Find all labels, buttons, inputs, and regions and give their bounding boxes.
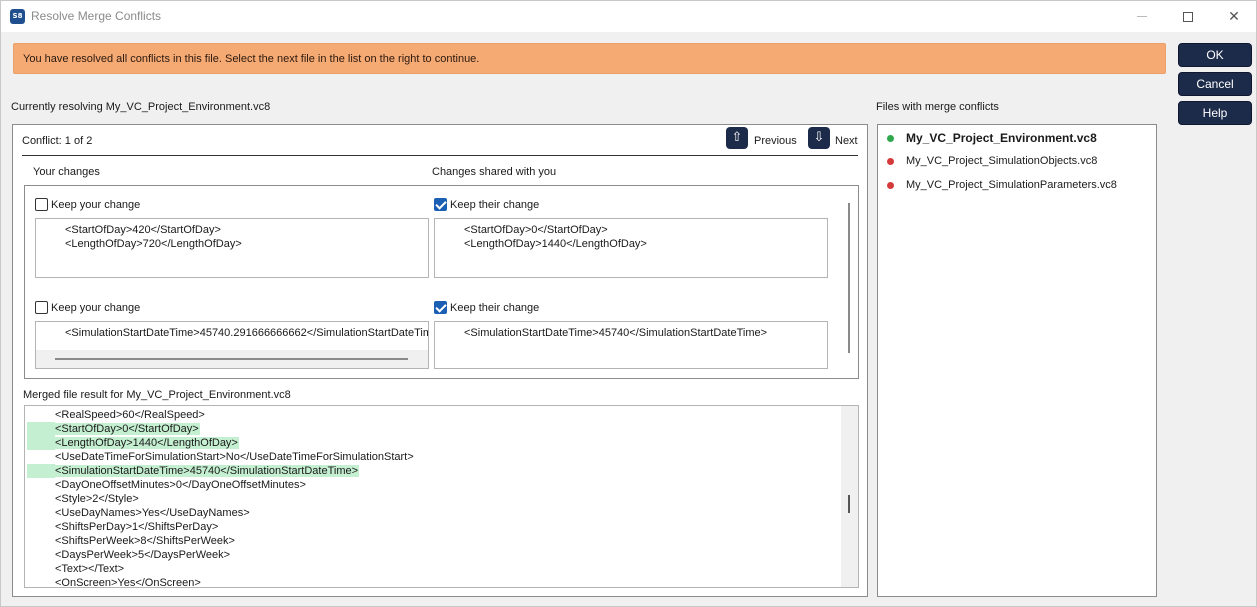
horizontal-scrollbar[interactable] [36, 350, 428, 368]
window-title: Resolve Merge Conflicts [31, 9, 162, 23]
maximize-button[interactable] [1165, 1, 1211, 32]
keep-their-change-label: Keep their change [450, 301, 540, 314]
merged-line-text: <UseDateTimeForSimulationStart>No</UseDa… [55, 451, 414, 463]
merged-line: <StartOfDay>0</StartOfDay> [27, 422, 842, 436]
ok-button[interactable]: OK [1178, 43, 1252, 67]
checkbox-checked[interactable] [434, 301, 447, 314]
merged-result-editor[interactable]: <RealSpeed>60</RealSpeed> <StartOfDay>0</… [24, 405, 859, 588]
their-change-code-2: <SimulationStartDateTime>45740</Simulati… [434, 321, 828, 369]
merged-line: <UseDayNames>Yes</UseDayNames> [27, 506, 842, 520]
keep-your-change-label: Keep your change [51, 301, 141, 314]
merged-line-text: <SimulationStartDateTime>45740</Simulati… [55, 465, 360, 477]
conflict-vertical-scrollbar[interactable] [848, 203, 850, 353]
conflict-status-icon [887, 181, 894, 189]
merged-line-text: <RealSpeed>60</RealSpeed> [55, 409, 205, 421]
merged-line: <RealSpeed>60</RealSpeed> [27, 408, 842, 422]
keep-your-change-label: Keep your change [51, 198, 141, 211]
title-bar: S8 Resolve Merge Conflicts ✕ [1, 1, 1256, 32]
close-icon: ✕ [1228, 8, 1240, 24]
merged-line: <DayOneOffsetMinutes>0</DayOneOffsetMinu… [27, 478, 842, 492]
file-name: My_VC_Project_SimulationParameters.vc8 [906, 179, 1117, 191]
resolved-status-icon [887, 134, 894, 142]
conflict-counter: Conflict: 1 of 2 [22, 135, 93, 147]
file-list-item[interactable]: My_VC_Project_SimulationObjects.vc8 [887, 155, 1097, 167]
previous-conflict-button[interactable]: ⇧ [726, 127, 748, 149]
keep-their-change-checkbox-1[interactable]: Keep their change [434, 198, 539, 211]
keep-their-change-checkbox-2[interactable]: Keep their change [434, 301, 539, 314]
conflict-status-icon [887, 157, 894, 165]
code-line: <LengthOfDay>720</LengthOfDay> [65, 238, 242, 250]
merged-line-text: <ShiftsPerDay>1</ShiftsPerDay> [55, 521, 219, 533]
keep-your-change-checkbox-2[interactable]: Keep your change [35, 301, 140, 314]
files-with-conflicts-label: Files with merge conflicts [876, 101, 999, 113]
file-name: My_VC_Project_SimulationObjects.vc8 [906, 155, 1098, 167]
next-label[interactable]: Next [835, 135, 858, 147]
scrollbar-thumb[interactable] [848, 495, 850, 513]
merged-line-text: <Text></Text> [55, 563, 125, 575]
checkbox-unchecked[interactable] [35, 198, 48, 211]
help-button[interactable]: Help [1178, 101, 1252, 125]
merged-line: <LengthOfDay>1440</LengthOfDay> [27, 436, 842, 450]
merged-line-text: <ShiftsPerWeek>8</ShiftsPerWeek> [55, 535, 235, 547]
file-name: My_VC_Project_Environment.vc8 [906, 131, 1097, 145]
arrow-down-icon: ⇩ [813, 130, 825, 145]
code-line: <StartOfDay>0</StartOfDay> [464, 224, 608, 236]
arrow-up-icon: ⇧ [731, 130, 743, 145]
next-conflict-button[interactable]: ⇩ [808, 127, 830, 149]
your-changes-header: Your changes [33, 166, 100, 178]
previous-label[interactable]: Previous [754, 135, 797, 147]
merged-line-text: <UseDayNames>Yes</UseDayNames> [55, 507, 250, 519]
maximize-icon [1183, 11, 1193, 22]
your-change-code-1: <StartOfDay>420</StartOfDay> <LengthOfDa… [35, 218, 429, 278]
resolve-merge-conflicts-window: S8 Resolve Merge Conflicts ✕ You have re… [0, 0, 1257, 607]
merged-line: <ShiftsPerWeek>8</ShiftsPerWeek> [27, 534, 842, 548]
merged-vertical-scrollbar[interactable] [841, 406, 858, 587]
app-logo-icon: S8 [10, 9, 25, 24]
code-line: <LengthOfDay>1440</LengthOfDay> [464, 238, 647, 250]
checkbox-unchecked[interactable] [35, 301, 48, 314]
code-line: <SimulationStartDateTime>45740</Simulati… [464, 327, 768, 339]
merged-line: <ShiftsPerDay>1</ShiftsPerDay> [27, 520, 842, 534]
currently-resolving-label: Currently resolving My_VC_Project_Enviro… [11, 101, 271, 113]
code-line: <SimulationStartDateTime>45740.291666666… [65, 327, 429, 339]
close-button[interactable]: ✕ [1211, 1, 1257, 32]
merged-line: <SimulationStartDateTime>45740</Simulati… [27, 464, 842, 478]
merged-line-text: <LengthOfDay>1440</LengthOfDay> [55, 437, 239, 449]
your-change-code-2: <SimulationStartDateTime>45740.291666666… [35, 321, 429, 369]
file-list-item[interactable]: My_VC_Project_SimulationParameters.vc8 [887, 179, 1117, 191]
files-list: My_VC_Project_Environment.vc8 My_VC_Proje… [877, 124, 1157, 597]
merged-line-text: <DayOneOffsetMinutes>0</DayOneOffsetMinu… [55, 479, 306, 491]
conflict-panel: Conflict: 1 of 2 ⇧ Previous ⇩ Next Your … [12, 124, 868, 597]
merged-line: <UseDateTimeForSimulationStart>No</UseDa… [27, 450, 842, 464]
merged-line: <DaysPerWeek>5</DaysPerWeek> [27, 548, 842, 562]
merged-line-text: <StartOfDay>0</StartOfDay> [55, 423, 200, 435]
merged-line: <Style>2</Style> [27, 492, 842, 506]
merged-result-label: Merged file result for My_VC_Project_Env… [23, 389, 291, 401]
divider [22, 155, 858, 156]
merged-line-text: <Style>2</Style> [55, 493, 139, 505]
code-line: <StartOfDay>420</StartOfDay> [65, 224, 221, 236]
cancel-button[interactable]: Cancel [1178, 72, 1252, 96]
minimize-icon [1137, 16, 1147, 17]
conflict-list[interactable]: Keep your change Keep their change <Star… [24, 185, 859, 379]
their-change-code-1: <StartOfDay>0</StartOfDay> <LengthOfDay>… [434, 218, 828, 278]
merged-line-text: <OnScreen>Yes</OnScreen> [55, 577, 201, 588]
keep-their-change-label: Keep their change [450, 198, 540, 211]
merged-line: <OnScreen>Yes</OnScreen> [27, 576, 842, 588]
merged-lines: <RealSpeed>60</RealSpeed> <StartOfDay>0</… [27, 408, 842, 588]
merged-line-text: <DaysPerWeek>5</DaysPerWeek> [55, 549, 231, 561]
keep-your-change-checkbox-1[interactable]: Keep your change [35, 198, 140, 211]
shared-changes-header: Changes shared with you [432, 166, 557, 178]
status-banner: You have resolved all conflicts in this … [13, 43, 1166, 74]
file-list-item[interactable]: My_VC_Project_Environment.vc8 [887, 131, 1097, 145]
merged-line: <Text></Text> [27, 562, 842, 576]
scrollbar-thumb[interactable] [55, 358, 408, 360]
minimize-button[interactable] [1119, 1, 1165, 32]
checkbox-checked[interactable] [434, 198, 447, 211]
